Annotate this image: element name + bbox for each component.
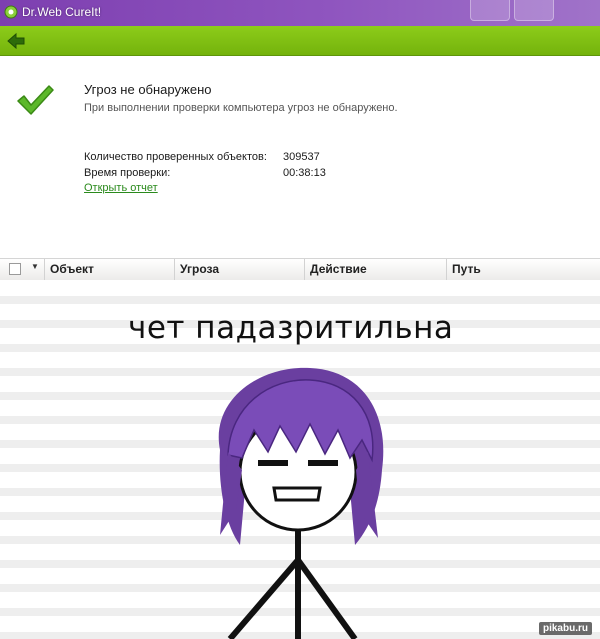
objects-checked-label: Количество проверенных объектов:	[84, 151, 267, 163]
scan-summary: Угроз не обнаружено При выполнении прове…	[0, 56, 600, 256]
maximize-button[interactable]	[514, 0, 554, 21]
back-arrow-icon[interactable]	[6, 31, 26, 51]
chevron-down-icon[interactable]: ▼	[31, 262, 39, 271]
title-bar: Dr.Web CureIt!	[0, 0, 600, 26]
window-title: Dr.Web CureIt!	[22, 5, 102, 19]
drweb-app-icon	[4, 5, 18, 19]
column-path[interactable]: Путь	[446, 259, 600, 280]
scan-time-label: Время проверки:	[84, 167, 171, 179]
result-heading: Угроз не обнаружено	[84, 82, 212, 97]
scan-time-value: 00:38:13	[283, 167, 326, 179]
open-report-link[interactable]: Открыть отчет	[84, 182, 158, 194]
minimize-button[interactable]	[470, 0, 510, 21]
toolbar	[0, 26, 600, 56]
result-subtext: При выполнении проверки компьютера угроз…	[84, 102, 398, 114]
green-checkmark-icon	[17, 85, 54, 115]
objects-checked-value: 309537	[283, 151, 320, 163]
suspicious-anime-girl-image	[218, 367, 384, 639]
column-object[interactable]: Объект	[44, 259, 174, 280]
results-table-header: ▼ Объект Угроза Действие Путь	[0, 258, 600, 281]
pikabu-watermark: pikabu.ru	[538, 622, 592, 635]
select-all-checkbox[interactable]	[9, 263, 21, 275]
meme-caption: чет падазритильна	[128, 310, 454, 346]
column-action[interactable]: Действие	[304, 259, 446, 280]
column-threat[interactable]: Угроза	[174, 259, 304, 280]
